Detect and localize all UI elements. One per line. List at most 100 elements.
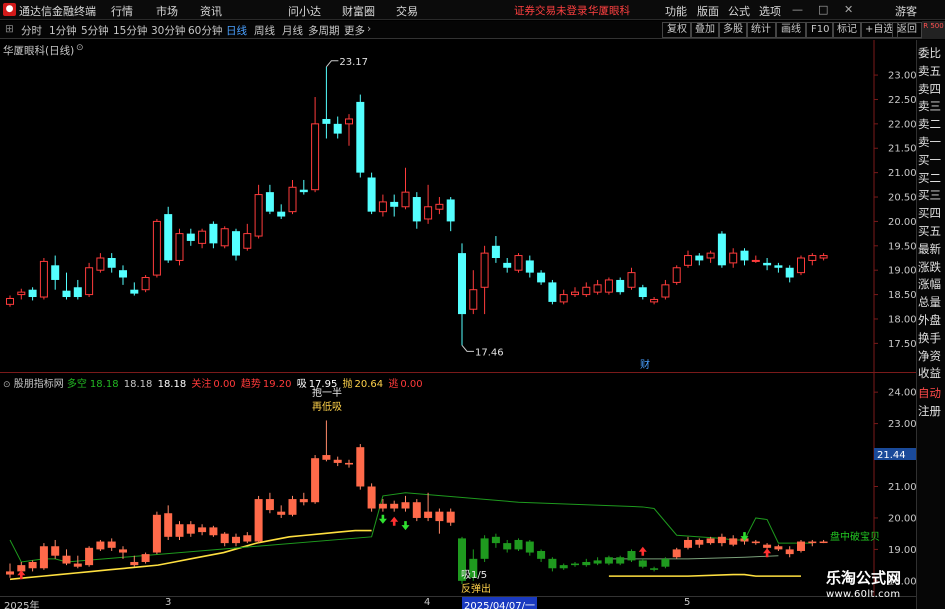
indicator-candle-up [559, 565, 568, 569]
period-fenshi[interactable]: 分时 [21, 23, 42, 38]
price-tick-label: 20.00 [888, 217, 916, 228]
event-tag-cai[interactable]: 财 [640, 358, 650, 371]
maximize-button[interactable]: □ [818, 3, 828, 16]
btn-duogu[interactable]: 多股 [718, 22, 748, 38]
btn-fuquan[interactable]: 复权 [662, 22, 692, 38]
candle-body-up [751, 259, 760, 262]
sidebar-earnings[interactable]: 收益 [918, 366, 945, 382]
indicator-candle-up [672, 549, 681, 558]
indicator-candle-down [785, 549, 794, 555]
btn-f10[interactable]: F10 [806, 22, 835, 38]
candle-body-up [582, 286, 591, 296]
guest-user[interactable]: 游客 [895, 3, 917, 19]
sidebar-auto[interactable]: 自动 [918, 386, 945, 402]
indicator-candle-down [62, 555, 71, 564]
sell-arrow-icon [378, 514, 387, 524]
candle-body-down [774, 265, 783, 268]
period-toolbar: ⊞ 分时 1分钟 5分钟 15分钟 30分钟 60分钟 日线 周线 月线 多周期… [0, 21, 945, 39]
sidebar-buy3[interactable]: 买三 [918, 188, 945, 204]
sidebar-mai4[interactable]: 卖四 [918, 82, 945, 98]
sidebar-buy4[interactable]: 买四 [918, 206, 945, 222]
period-30min[interactable]: 30分钟 [151, 23, 185, 38]
menu-shichang[interactable]: 市场 [156, 3, 178, 19]
quote-sidebar: 委比 卖五 卖四 卖三 卖二 卖一 买一 买二 买三 买四 买五 最新 涨跌 涨… [916, 40, 945, 609]
panel-toggle-icon[interactable]: ⊞ [5, 23, 14, 35]
menu-hangqing[interactable]: 行情 [111, 3, 133, 19]
sidebar-latest[interactable]: 最新 [918, 242, 945, 258]
period-1min[interactable]: 1分钟 [49, 23, 77, 38]
period-60min[interactable]: 60分钟 [188, 23, 222, 38]
indicator-candle-up [684, 539, 692, 548]
close-button[interactable]: ✕ [844, 3, 853, 16]
candle-body-down [62, 290, 71, 298]
indicator-candle-down [774, 546, 783, 550]
sidebar-outer[interactable]: 外盘 [918, 313, 945, 329]
candle-body-up [345, 118, 353, 125]
period-daily[interactable]: 日线 [226, 23, 247, 38]
minimize-button[interactable]: — [792, 3, 803, 16]
candle-body-down [209, 223, 218, 244]
sidebar-change[interactable]: 涨跌 [918, 260, 945, 276]
period-multi[interactable]: 多周期 [308, 23, 340, 38]
menu-banmian[interactable]: 版面 [697, 3, 719, 19]
sidebar-buy2[interactable]: 买二 [918, 171, 945, 187]
high-price-label: 23.17 [339, 57, 368, 68]
candle-body-up [152, 220, 161, 276]
menu-xuanxiang[interactable]: 选项 [759, 3, 781, 19]
btn-diejia[interactable]: 叠加 [690, 22, 720, 38]
menu-gongshi[interactable]: 公式 [728, 3, 750, 19]
watermark: 乐淘公式网 www.60lt.com [826, 567, 931, 600]
sell-arrow-icon [401, 521, 410, 531]
sidebar-mai2[interactable]: 卖二 [918, 117, 945, 133]
indicator-candle-down [412, 502, 421, 518]
indicator-candle-up [141, 554, 150, 562]
menu-gongneng[interactable]: 功能 [665, 3, 687, 19]
sidebar-mai3[interactable]: 卖三 [918, 99, 945, 115]
period-more[interactable]: 更多 [344, 23, 365, 38]
sidebar-change-pct[interactable]: 涨幅 [918, 277, 945, 293]
candle-body-down [548, 282, 557, 302]
login-status[interactable]: 证券交易未登录 [514, 3, 588, 18]
sidebar-register[interactable]: 注册 [918, 404, 945, 420]
btn-biaoji[interactable]: 标记 [832, 22, 862, 38]
sidebar-mai1[interactable]: 卖一 [918, 135, 945, 151]
sidebar-turnover[interactable]: 换手 [918, 331, 945, 347]
menu-wenxiaoda[interactable]: 问小达 [288, 3, 321, 19]
candle-body-up [424, 206, 433, 220]
price-tag: 21.44 [877, 450, 906, 461]
candle-body-down [491, 245, 500, 258]
high-leader-line [326, 60, 339, 68]
candle-body-up [684, 255, 692, 266]
sidebar-buy5[interactable]: 买五 [918, 224, 945, 240]
btn-tongji[interactable]: 统计 [746, 22, 776, 38]
btn-huaxian[interactable]: 画线 [776, 22, 806, 38]
candlestick-chart[interactable]: 23.17 17.46 财 23.00 22.50 22.00 21.50 21.00 2… [0, 40, 916, 372]
indicator-chart[interactable]: 24.0023.0022.0021.0020.0019.0018.00 抱一半 … [0, 373, 916, 596]
period-weekly[interactable]: 周线 [254, 23, 275, 38]
indicator-candle-down [616, 557, 625, 564]
sidebar-weibi[interactable]: 委比 [918, 46, 945, 62]
sidebar-volume[interactable]: 总量 [918, 295, 945, 311]
indicator-candle-down [220, 533, 229, 544]
sidebar-netasset[interactable]: 净资 [918, 349, 945, 365]
candle-body-down [51, 265, 60, 280]
menu-zixun[interactable]: 资讯 [200, 3, 222, 19]
candle-body-up [378, 201, 387, 213]
yellow-trend-line [9, 529, 372, 581]
indicator-candle-up [232, 536, 240, 544]
period-15min[interactable]: 15分钟 [113, 23, 147, 38]
candle-body-down [186, 233, 195, 241]
btn-fanhui[interactable]: 返回 [892, 22, 922, 38]
candle-body-down [299, 189, 308, 193]
chevron-right-icon[interactable]: › [367, 23, 371, 35]
period-5min[interactable]: 5分钟 [81, 23, 109, 38]
sidebar-buy1[interactable]: 买一 [918, 153, 945, 169]
annotation-panzhong: 盘中破宝贝 [830, 530, 880, 543]
menu-caifuquan[interactable]: 财富圈 [342, 3, 375, 19]
indicator-candle-down [119, 549, 127, 553]
menu-jiaoyi[interactable]: 交易 [396, 3, 418, 19]
annotation-xi: 吸1/5 [461, 570, 487, 581]
indicator-candle-down [209, 527, 218, 536]
sidebar-mai5[interactable]: 卖五 [918, 64, 945, 80]
period-monthly[interactable]: 月线 [282, 23, 303, 38]
